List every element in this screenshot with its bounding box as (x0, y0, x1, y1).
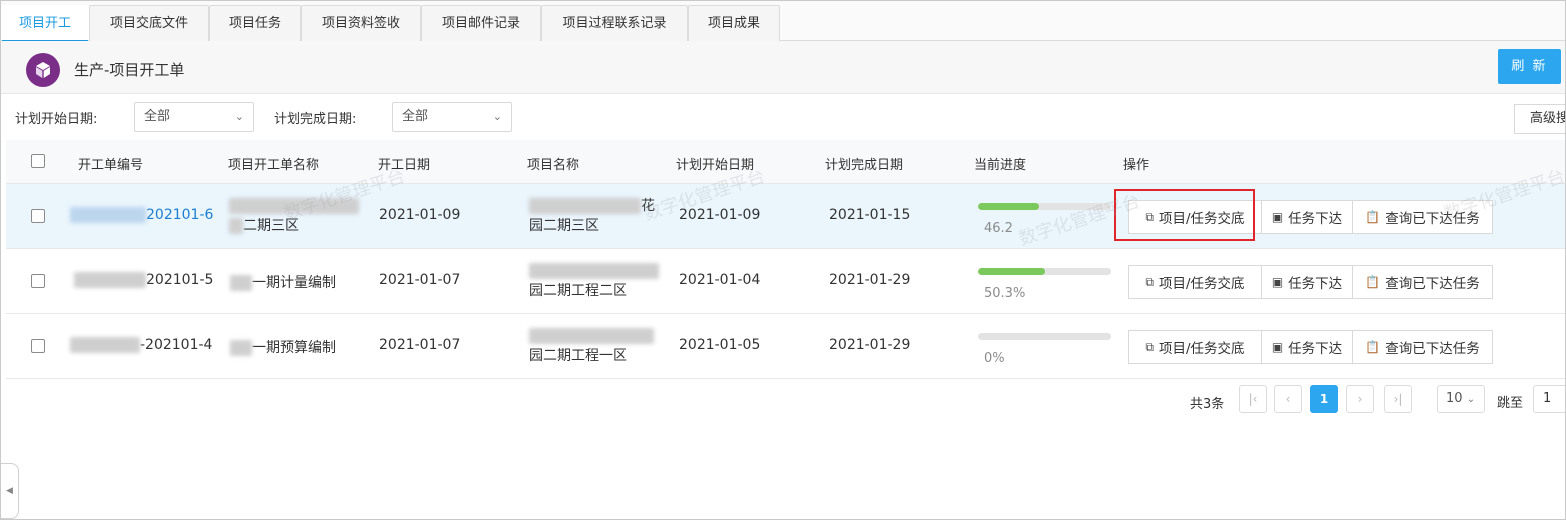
pagination: 共3条 |‹ ‹ 1 › ›| 10 ⌄ 跳至 1 (1, 385, 1565, 417)
handover-button[interactable]: ⧉ 项目/任务交底 (1128, 265, 1262, 299)
progress-fill (978, 203, 1040, 210)
table-row[interactable]: -202101-4 一期预算编制 2021-01-07 园二期工程一区 2021… (6, 314, 1565, 379)
chevron-down-icon: ⌄ (492, 110, 502, 123)
plan-end-select[interactable]: 全部 ⌄ (392, 102, 512, 132)
tab-bar: 项目开工 项目交底文件 项目任务 项目资料签收 项目邮件记录 项目过程联系记录 … (1, 1, 1565, 42)
cube-icon (26, 53, 60, 87)
handover-button[interactable]: ⧉ 项目/任务交底 (1128, 330, 1262, 364)
jump-label: 跳至 (1497, 396, 1524, 411)
column-header: 开工日期 (378, 158, 431, 173)
row-checkbox[interactable] (31, 209, 45, 223)
advanced-search-button[interactable]: 高级搜 (1514, 104, 1565, 134)
work-order-name: 二期三区 (229, 196, 359, 236)
last-page-icon[interactable]: ›| (1384, 385, 1412, 413)
table-row[interactable]: 202101-6 二期三区 2021-01-09 花 园二期三区 2021-01… (6, 184, 1565, 249)
column-header: 当前进度 (974, 158, 1027, 173)
progress-text: 0% (984, 351, 1005, 366)
page-header: 生产-项目开工单 刷 新 (1, 41, 1565, 94)
project-name: 园二期工程一区 (529, 326, 654, 366)
tab-contact-records[interactable]: 项目过程联系记录 (541, 5, 688, 41)
window-icon: ▣ (1271, 340, 1284, 354)
column-header: 开工单编号 (78, 158, 144, 173)
jump-page-input[interactable]: 1 (1533, 385, 1565, 413)
tab-project-results[interactable]: 项目成果 (688, 5, 780, 41)
column-header: 计划完成日期 (825, 158, 904, 173)
page-title: 生产-项目开工单 (74, 61, 185, 79)
assign-task-button[interactable]: ▣ 任务下达 (1261, 330, 1353, 364)
row-actions: ⧉ 项目/任务交底 ▣ 任务下达 📋 查询已下达任务 (1128, 330, 1493, 364)
highlight-box (1114, 189, 1255, 241)
row-checkbox[interactable] (31, 339, 45, 353)
clipboard-icon: 📋 (1365, 340, 1381, 354)
project-name: 园二期工程二区 (529, 261, 659, 301)
row-actions: ⧉ 项目/任务交底 ▣ 任务下达 📋 查询已下达任务 (1128, 265, 1493, 299)
chevron-down-icon: ⌄ (234, 110, 244, 123)
query-assigned-button[interactable]: 📋 查询已下达任务 (1352, 200, 1493, 234)
plan-start-label: 计划开始日期: (15, 112, 98, 127)
column-header: 项目开工单名称 (228, 158, 320, 173)
tab-handover-files[interactable]: 项目交底文件 (89, 5, 209, 41)
plan-end-label: 计划完成日期: (274, 112, 357, 127)
total-count: 共3条 (1190, 397, 1225, 412)
column-header: 项目名称 (527, 158, 580, 173)
filter-bar: 计划开始日期: 全部 ⌄ 计划完成日期: 全部 ⌄ 高级搜 (1, 94, 1565, 140)
column-header: 操作 (1123, 158, 1150, 173)
start-date: 2021-01-07 (379, 337, 461, 353)
work-order-name: 一期计量编制 (230, 272, 336, 292)
progress-text: 50.3% (984, 286, 1026, 301)
collapse-left-icon[interactable]: ◀ (1, 463, 19, 519)
copy-icon: ⧉ (1145, 274, 1154, 289)
plan-end-date: 2021-01-29 (829, 337, 911, 353)
page-size-select[interactable]: 10 ⌄ (1437, 385, 1485, 413)
progress-fill (978, 268, 1045, 275)
plan-end-date: 2021-01-29 (829, 272, 911, 288)
chevron-down-icon: ⌄ (1466, 394, 1476, 405)
app-window: 项目开工 项目交底文件 项目任务 项目资料签收 项目邮件记录 项目过程联系记录 … (0, 0, 1566, 520)
plan-start-select[interactable]: 全部 ⌄ (134, 102, 254, 132)
plan-start-date: 2021-01-05 (679, 337, 761, 353)
work-order-code-link[interactable]: 202101-5 (74, 272, 213, 288)
table-header: 开工单编号 项目开工单名称 开工日期 项目名称 计划开始日期 计划完成日期 当前… (6, 140, 1565, 184)
prev-page-icon[interactable]: ‹ (1274, 385, 1302, 413)
window-icon: ▣ (1271, 275, 1284, 289)
page-number-current[interactable]: 1 (1310, 385, 1338, 413)
progress-text: 46.2 (984, 221, 1013, 236)
assign-task-button[interactable]: ▣ 任务下达 (1261, 200, 1353, 234)
tab-document-receipt[interactable]: 项目资料签收 (301, 5, 421, 41)
tab-project-start[interactable]: 项目开工 (1, 5, 89, 42)
plan-end-value: 全部 (402, 109, 429, 124)
plan-end-date: 2021-01-15 (829, 207, 911, 223)
next-page-icon[interactable]: › (1346, 385, 1374, 413)
plan-start-date: 2021-01-09 (679, 207, 761, 223)
clipboard-icon: 📋 (1365, 275, 1381, 289)
select-all-checkbox[interactable] (31, 154, 45, 168)
query-assigned-button[interactable]: 📋 查询已下达任务 (1352, 265, 1493, 299)
first-page-icon[interactable]: |‹ (1239, 385, 1267, 413)
progress-bar (978, 333, 1111, 340)
plan-start-value: 全部 (144, 109, 171, 124)
refresh-button[interactable]: 刷 新 (1498, 49, 1561, 84)
tab-email-records[interactable]: 项目邮件记录 (421, 5, 541, 41)
project-name: 花 园二期三区 (529, 198, 655, 234)
assign-task-button[interactable]: ▣ 任务下达 (1261, 265, 1353, 299)
page-size-value: 10 (1446, 391, 1463, 406)
window-icon: ▣ (1271, 210, 1284, 224)
work-order-code-link[interactable]: 202101-6 (70, 207, 213, 223)
clipboard-icon: 📋 (1365, 210, 1381, 224)
row-checkbox[interactable] (31, 274, 45, 288)
start-date: 2021-01-09 (379, 207, 461, 223)
work-order-code-link[interactable]: -202101-4 (70, 337, 212, 353)
copy-icon: ⧉ (1145, 339, 1154, 354)
progress-bar (978, 268, 1111, 275)
tab-project-tasks[interactable]: 项目任务 (209, 5, 301, 41)
column-header: 计划开始日期 (676, 158, 755, 173)
plan-start-date: 2021-01-04 (679, 272, 761, 288)
work-order-name: 一期预算编制 (230, 337, 336, 357)
query-assigned-button[interactable]: 📋 查询已下达任务 (1352, 330, 1493, 364)
progress-bar (978, 203, 1111, 210)
start-date: 2021-01-07 (379, 272, 461, 288)
table-row[interactable]: 202101-5 一期计量编制 2021-01-07 园二期工程二区 2021-… (6, 249, 1565, 314)
